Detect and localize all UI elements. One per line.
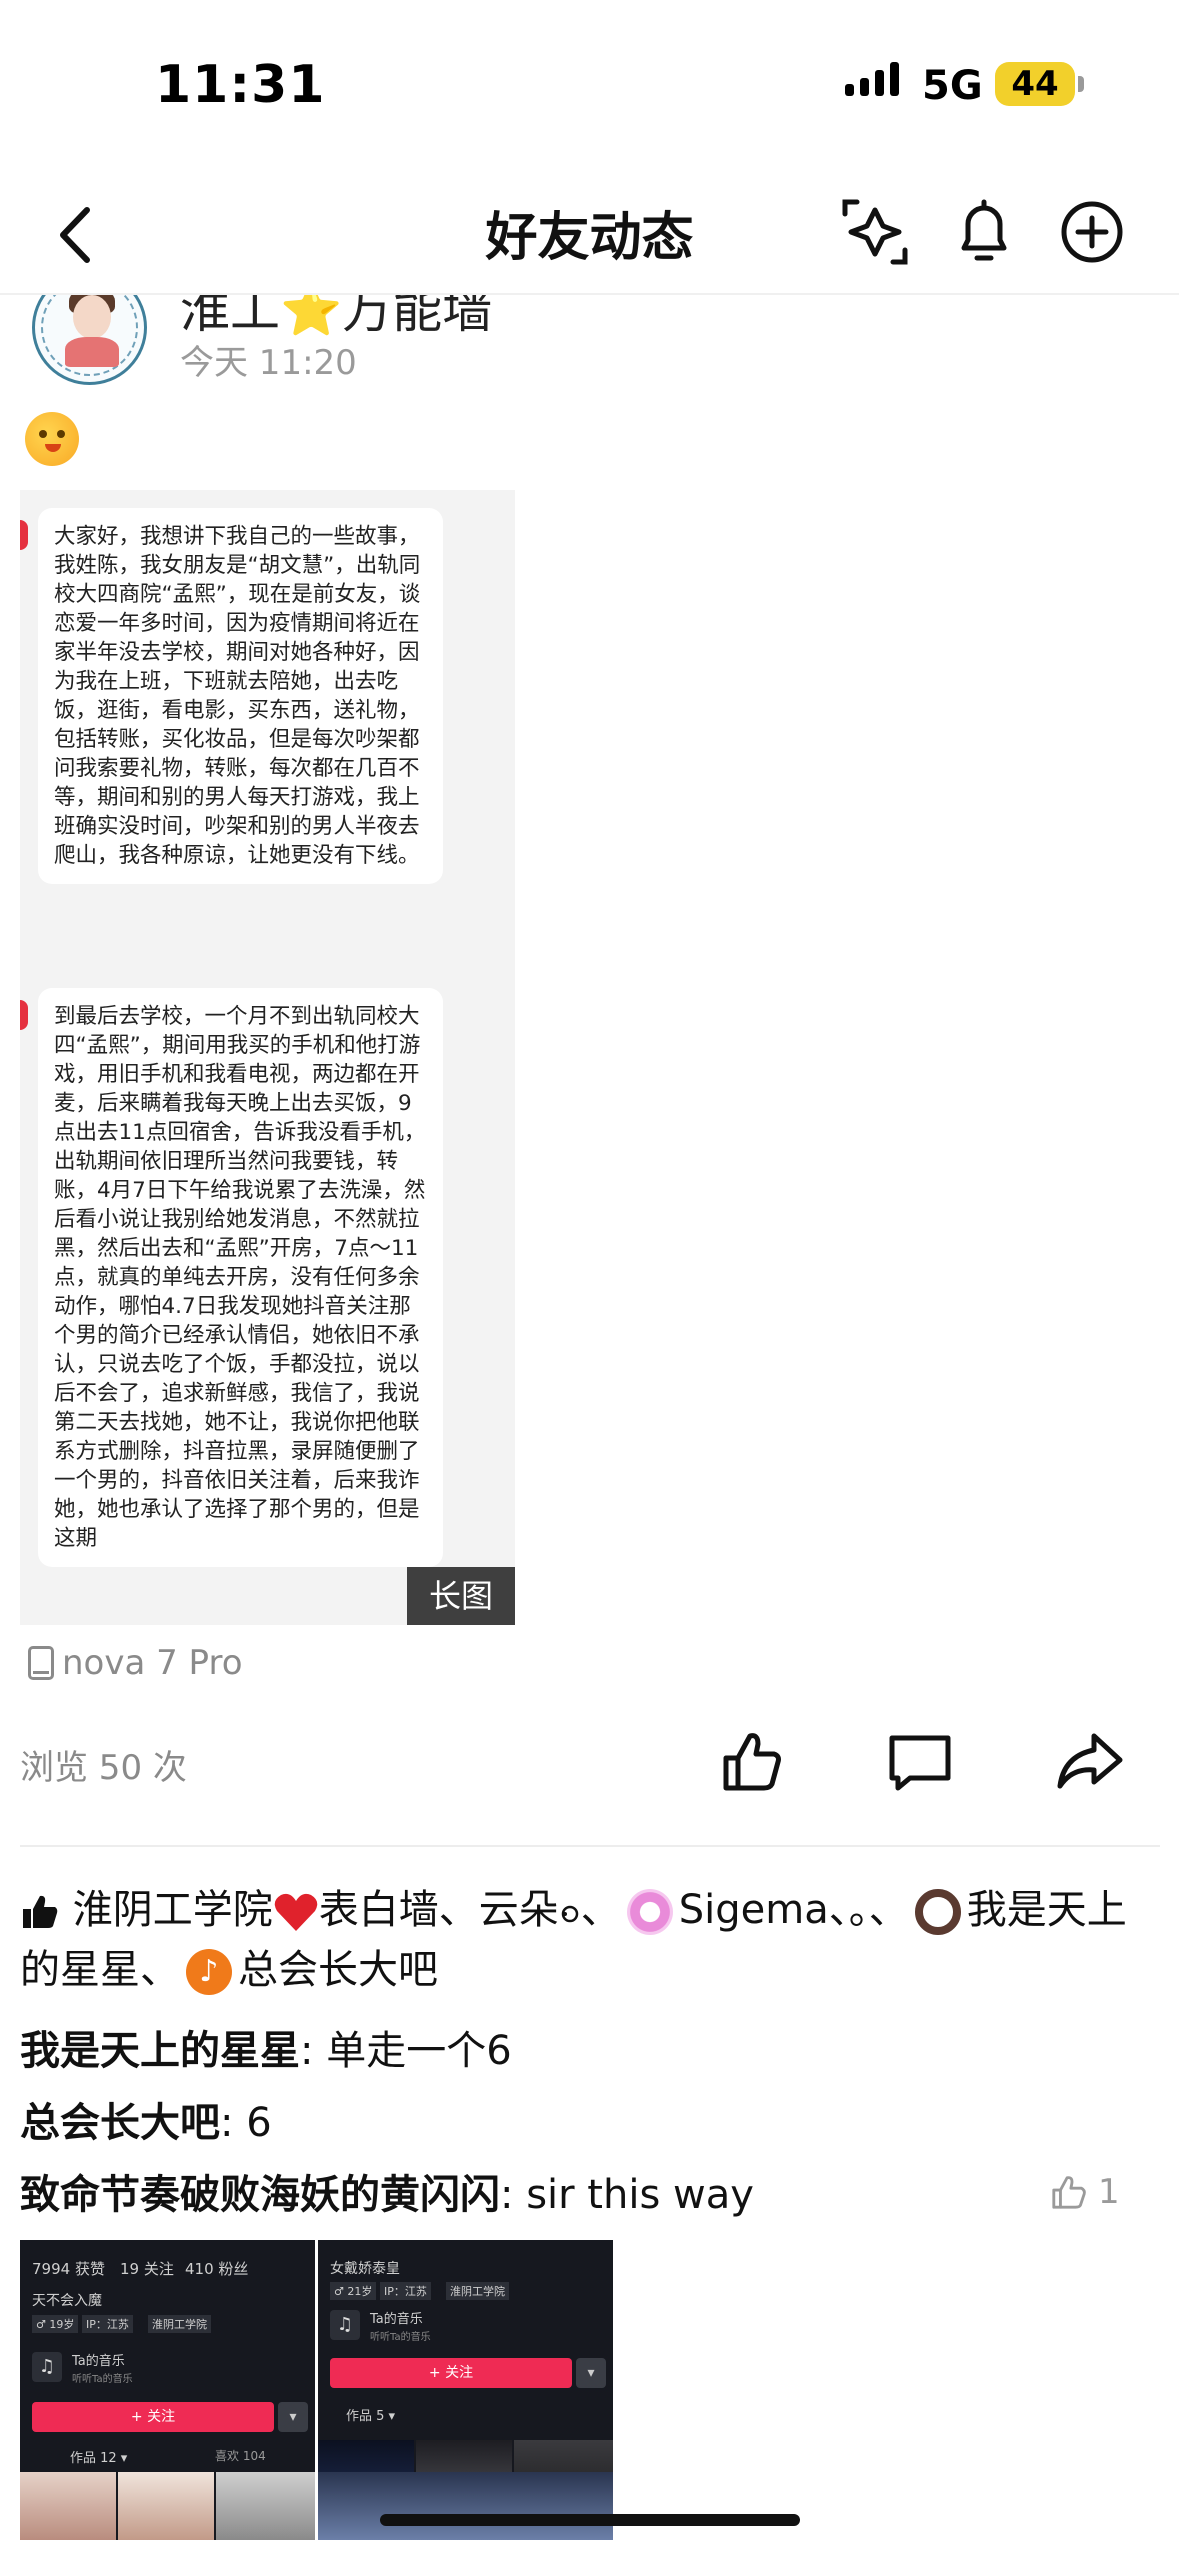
status-time: 11:31	[155, 55, 326, 115]
music-icon: ♫	[32, 2352, 62, 2382]
video-thumbnail	[318, 2472, 613, 2540]
profile-name: 天不会入魔	[32, 2293, 102, 2309]
music-title: Ta的音乐	[72, 2354, 125, 2369]
likes-tab: 喜欢 104	[215, 2449, 266, 2463]
view-count: 浏览 50 次	[20, 1748, 187, 1788]
profile-tag: 淮阴工学院	[148, 2315, 211, 2333]
device-label: nova 7 Pro	[62, 1643, 243, 1683]
comment-icon[interactable]	[880, 1722, 960, 1802]
sparkle-icon[interactable]	[835, 192, 915, 272]
comment-image[interactable]: 女戴娇泰皇 ♂ 21岁 IP：江苏 淮阴工学院 ♫ Ta的音乐 听听Ta的音乐 …	[318, 2240, 613, 2540]
comment-text: : 单走一个6	[300, 2028, 512, 2074]
like-name[interactable]: 淮阴工学院	[73, 1887, 273, 1933]
like-name[interactable]: Sigema、。、	[679, 1887, 909, 1933]
comment-like-count: 1	[1098, 2172, 1120, 2212]
thumbs-up-icon[interactable]	[712, 1722, 792, 1802]
profile-stat: 7994 获赞	[32, 2260, 105, 2278]
like-name[interactable]: 总会长大吧	[238, 1947, 438, 1993]
status-bar: 11:31 5G 44	[0, 0, 1179, 170]
thumbs-up-icon	[1052, 2176, 1086, 2209]
comment-like-button[interactable]: 1	[1050, 2172, 1120, 2212]
comment[interactable]: 我是天上的星星: 单走一个6	[20, 2018, 512, 2076]
phone-icon	[28, 1646, 54, 1680]
music-icon: ♫	[330, 2310, 360, 2340]
works-tab: 作品 5 ▾	[346, 2409, 396, 2424]
likes-list: 淮阴工学院 表白墙、云朵、 Sigema、。、 我是天上的星星、 ♪ 总会长大吧	[20, 1880, 1160, 2000]
battery-icon: 44	[995, 62, 1075, 106]
home-indicator	[380, 2514, 800, 2526]
comment-author[interactable]: 致命节奏破败海妖的黄闪闪	[20, 2172, 500, 2218]
battery-cap	[1078, 76, 1084, 92]
music-subtitle: 听听Ta的音乐	[72, 2374, 133, 2385]
chat-indicator-icon	[20, 520, 28, 550]
like-name[interactable]: 表白墙、云朵	[319, 1887, 559, 1933]
profile-tag: ♂ 21岁	[330, 2282, 377, 2300]
comment-author[interactable]: 我是天上的星星	[20, 2028, 300, 2074]
cloud-icon	[561, 1905, 578, 1923]
comment[interactable]: 总会长大吧: 6	[20, 2090, 272, 2148]
video-thumbnail	[118, 2472, 214, 2540]
thumbs-up-filled-icon	[23, 1895, 58, 1928]
music-subtitle: 听听Ta的音乐	[370, 2332, 431, 2343]
follow-button: + 关注	[330, 2358, 572, 2388]
long-image-badge: 长图	[407, 1567, 515, 1625]
device-info: nova 7 Pro	[28, 1643, 243, 1683]
comment-text: : sir this way	[500, 2172, 754, 2218]
bell-icon[interactable]	[944, 192, 1024, 272]
dropdown-icon: ▾	[576, 2358, 606, 2388]
post-long-image[interactable]: 大家好，我想讲下我自己的一些故事，我姓陈，我女朋友是“胡文慧”，出轨同校大四商院…	[20, 490, 515, 1625]
follow-button: + 关注	[32, 2402, 274, 2432]
dropdown-icon: ▾	[278, 2402, 308, 2432]
add-circle-icon[interactable]	[1052, 192, 1132, 272]
profile-stat: 19 关注	[120, 2260, 174, 2278]
works-tab: 作品 12 ▾	[70, 2451, 128, 2466]
like-avatar[interactable]	[626, 1889, 673, 1935]
comment-text: : 6	[220, 2100, 272, 2146]
profile-tag: IP：江苏	[380, 2282, 431, 2300]
music-avatar-icon[interactable]: ♪	[186, 1949, 232, 1995]
video-thumbnail	[216, 2472, 315, 2540]
signal-icon	[845, 62, 899, 96]
like-separator: 、	[580, 1887, 621, 1933]
chat-indicator-icon	[20, 1000, 28, 1030]
profile-name: 女戴娇泰皇	[330, 2261, 400, 2277]
message-bubble: 到最后去学校，一个月不到出轨同校大四“孟熙”，期间用我买的手机和他打游戏，用旧手…	[38, 988, 443, 1567]
profile-tag: 淮阴工学院	[446, 2282, 509, 2300]
heart-icon	[274, 1893, 317, 1931]
comment-author[interactable]: 总会长大吧	[20, 2100, 220, 2146]
face-emoji-icon	[25, 412, 79, 466]
post-time: 今天 11:20	[180, 343, 357, 383]
profile-tag: ♂ 19岁	[32, 2315, 79, 2333]
message-bubble: 大家好，我想讲下我自己的一些故事，我姓陈，我女朋友是“胡文慧”，出轨同校大四商院…	[38, 508, 443, 884]
network-label: 5G	[922, 63, 983, 109]
divider	[20, 1845, 1160, 1847]
share-icon[interactable]	[1050, 1722, 1130, 1802]
video-thumbnail	[20, 2472, 116, 2540]
comment[interactable]: 致命节奏破败海妖的黄闪闪: sir this way	[20, 2162, 754, 2220]
nav-bar: 好友动态	[0, 170, 1179, 295]
music-title: Ta的音乐	[370, 2312, 423, 2327]
comment-image[interactable]: 7994 获赞 19 关注 410 粉丝 天不会入魔 ♂ 19岁 IP：江苏 淮…	[20, 2240, 315, 2540]
profile-tag: IP：江苏	[82, 2315, 133, 2333]
profile-stat: 410 粉丝	[185, 2260, 249, 2278]
like-avatar[interactable]	[914, 1889, 961, 1935]
